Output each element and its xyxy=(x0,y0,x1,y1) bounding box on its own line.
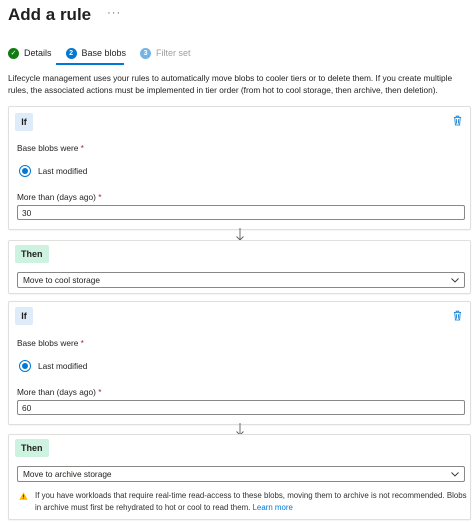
learn-more-link[interactable]: Learn more xyxy=(253,503,293,512)
warning-icon xyxy=(19,492,28,500)
step-number-badge: 2 xyxy=(65,47,77,59)
step-label: Filter set xyxy=(156,48,191,58)
base-blobs-label: Base blobs were * xyxy=(17,338,84,348)
description-text: Lifecycle management uses your rules to … xyxy=(8,73,453,95)
step-label: Base blobs xyxy=(81,48,127,58)
if-tag: If xyxy=(15,307,33,325)
radio-last-modified[interactable]: Last modified xyxy=(19,165,87,177)
if-tag: If xyxy=(15,113,33,131)
trash-icon[interactable] xyxy=(453,115,462,126)
more-options-button[interactable]: ··· xyxy=(107,7,121,19)
days-input[interactable]: 60 xyxy=(17,400,465,415)
then-tag: Then xyxy=(15,439,49,457)
step-number-badge: 3 xyxy=(140,47,152,59)
days-label: More than (days ago) * xyxy=(17,192,102,202)
radio-button[interactable] xyxy=(19,360,31,372)
wizard-steps: ✓ Details 2 Base blobs 3 Filter set xyxy=(8,46,205,60)
action-dropdown[interactable]: Move to cool storage xyxy=(17,272,465,288)
action-then-card: Then Move to archive storage If you have… xyxy=(8,434,471,520)
radio-button[interactable] xyxy=(19,165,31,177)
days-label: More than (days ago) * xyxy=(17,387,102,397)
radio-label: Last modified xyxy=(38,361,88,371)
chevron-down-icon xyxy=(451,277,459,283)
then-tag: Then xyxy=(15,245,49,263)
base-blobs-label: Base blobs were * xyxy=(17,143,84,153)
checkmark-icon: ✓ xyxy=(8,47,19,59)
step-base-blobs[interactable]: 2 Base blobs xyxy=(65,47,127,59)
archive-warning: If you have workloads that require real-… xyxy=(19,490,469,513)
dropdown-value: Move to archive storage xyxy=(23,469,112,479)
dropdown-value: Move to cool storage xyxy=(23,275,101,285)
page-title: Add a rule xyxy=(8,5,92,24)
step-details[interactable]: ✓ Details xyxy=(8,47,52,59)
active-step-indicator xyxy=(56,63,124,65)
trash-icon[interactable] xyxy=(453,310,462,321)
radio-last-modified[interactable]: Last modified xyxy=(19,360,87,372)
step-label: Details xyxy=(24,48,52,58)
header: Add a rule ··· xyxy=(8,4,121,26)
warning-text: If you have workloads that require real-… xyxy=(35,491,467,512)
condition-if-card: If Base blobs were * Last modified More … xyxy=(8,301,471,425)
radio-label: Last modified xyxy=(38,166,88,176)
step-filter-set[interactable]: 3 Filter set xyxy=(140,47,191,59)
action-then-card: Then Move to cool storage xyxy=(8,240,471,294)
condition-if-card: If Base blobs were * Last modified More … xyxy=(8,106,471,230)
chevron-down-icon xyxy=(451,471,459,477)
action-dropdown[interactable]: Move to archive storage xyxy=(17,466,465,482)
days-input[interactable]: 30 xyxy=(17,205,465,220)
